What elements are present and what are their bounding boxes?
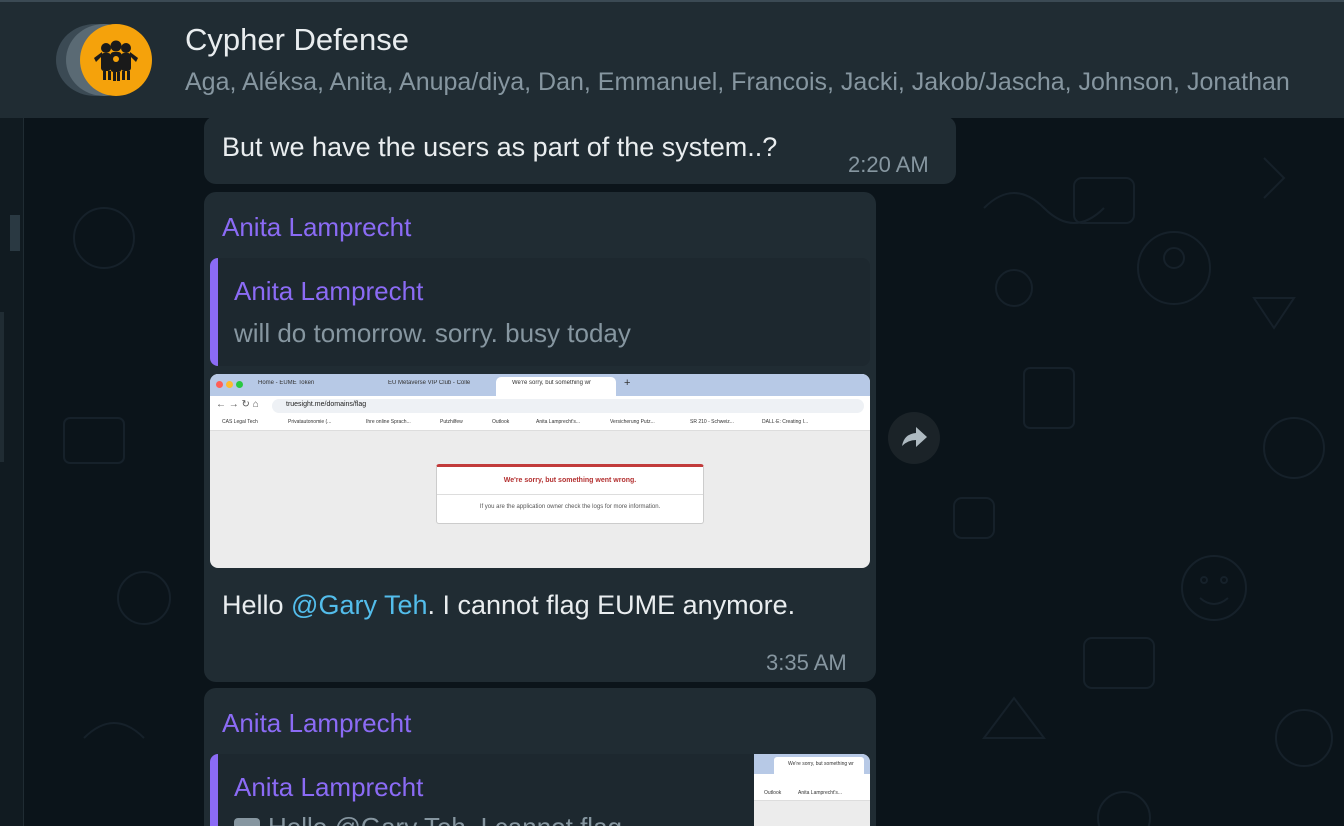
group-avatar[interactable] [80, 24, 152, 96]
browser-tab: Home - EUME Token [258, 380, 315, 386]
maximize-dot-icon [236, 381, 243, 388]
quote-bar [210, 258, 218, 366]
nav-arrows-icon: ← → ↻ ⌂ [216, 399, 259, 410]
quoted-sender: Anita Lamprecht [234, 772, 424, 802]
error-title: We're sorry, but something went wrong. [503, 477, 637, 484]
bookmark: DALL·E: Creating I... [762, 419, 809, 425]
error-dialog: We're sorry, but something went wrong. I… [436, 464, 704, 524]
sender-name[interactable]: Anita Lamprecht [222, 708, 411, 739]
bookmark: Outlook [492, 419, 510, 425]
chat-header[interactable]: Cypher Defense Aga, Aléksa, Anita, Anupa… [0, 0, 1344, 118]
thumb-toolbar [754, 774, 870, 788]
message-bubble[interactable]: But we have the users as part of the sys… [204, 118, 956, 184]
sidebar-highlight [0, 312, 4, 462]
minimize-dot-icon [226, 381, 233, 388]
bookmark: CAS Legal Tech [222, 419, 258, 425]
quoted-text-content: Hello @Gary Teh. I cannot flag [268, 812, 622, 826]
forward-arrow-icon [902, 427, 927, 447]
mention-link[interactable]: @Gary Teh [291, 590, 427, 620]
quoted-sender: Anita Lamprecht [234, 276, 424, 306]
message-text: But we have the users as part of the sys… [222, 132, 778, 162]
bookmark: Outlook [764, 790, 782, 796]
browser-toolbar: ← → ↻ ⌂ truesight.me/domains/flag [210, 396, 870, 416]
quote-bar [210, 754, 218, 826]
camera-icon [234, 818, 260, 826]
message-bubble[interactable]: Anita Lamprecht Anita Lamprecht Hello @G… [204, 688, 876, 826]
image-attachment[interactable]: Home - EUME Token EU Metaverse VIP Club … [210, 374, 870, 568]
bookmark: Anita Lamprecht's... [798, 790, 843, 796]
message-text-part: . I cannot flag EUME anymore. [427, 590, 796, 620]
new-tab-icon: + [624, 377, 631, 389]
bookmark: Anita Lamprecht's... [536, 419, 581, 425]
message-bubble[interactable]: Anita Lamprecht Anita Lamprecht will do … [204, 192, 876, 682]
quoted-text: Hello @Gary Teh. I cannot flag [234, 812, 622, 826]
group-logo-icon [94, 40, 138, 81]
quoted-message[interactable]: Anita Lamprecht Hello @Gary Teh. I canno… [210, 754, 870, 826]
thumb-tab-label: We're sorry, but something wr [788, 761, 854, 767]
close-dot-icon [216, 381, 223, 388]
quoted-message[interactable]: Anita Lamprecht will do tomorrow. sorry.… [210, 258, 870, 366]
browser-tab: EU Metaverse VIP Club - Colle [388, 380, 471, 386]
message-time: 2:20 AM [848, 152, 929, 177]
quoted-text: will do tomorrow. sorry. busy today [234, 318, 631, 348]
message-text: Hello @Gary Teh. I cannot flag EUME anym… [222, 590, 795, 621]
bookmark: Putzhilfew [440, 419, 463, 425]
thumb-bookmarks: Outlook Anita Lamprecht's... [754, 788, 870, 801]
bookmarks-bar: CAS Legal Tech Privatautonomie (... Ihre… [210, 416, 870, 431]
forward-button[interactable] [888, 412, 940, 464]
bookmark: Versicherung Putz... [610, 419, 655, 425]
message-list[interactable]: But we have the users as part of the sys… [24, 118, 1344, 826]
sender-name[interactable]: Anita Lamprecht [222, 212, 411, 243]
bookmark: Privatautonomie (... [288, 419, 332, 425]
sidebar-edge [0, 0, 24, 826]
message-time: 3:35 AM [766, 650, 847, 675]
chat-members[interactable]: Aga, Aléksa, Anita, Anupa/diya, Dan, Emm… [185, 68, 1290, 97]
error-divider [437, 494, 703, 495]
chat-title[interactable]: Cypher Defense [185, 22, 409, 58]
bookmark: Ihre online Sprach... [366, 419, 411, 425]
error-body: If you are the application owner check t… [479, 504, 661, 510]
browser-tabbar: Home - EUME Token EU Metaverse VIP Club … [210, 374, 870, 396]
message-text-part: Hello [222, 590, 292, 620]
scroll-marker [10, 215, 20, 251]
thumb-tabbar: We're sorry, but something wr [754, 754, 870, 774]
address-url: truesight.me/domains/flag [286, 401, 367, 408]
bookmark: SR 210 - Schweiz... [690, 419, 734, 425]
quoted-image-thumbnail: We're sorry, but something wr Outlook An… [754, 754, 870, 826]
browser-tab-active: We're sorry, but something wr [512, 380, 591, 386]
